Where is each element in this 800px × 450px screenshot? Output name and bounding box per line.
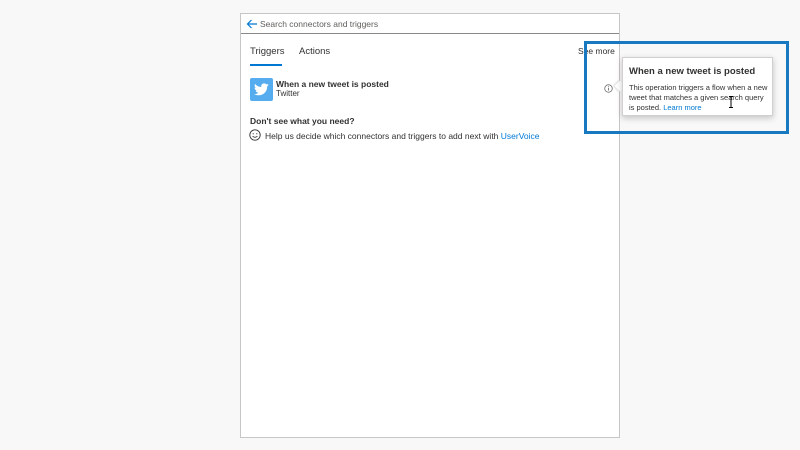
- see-more-link[interactable]: See more: [578, 46, 615, 56]
- trigger-title: When a new tweet is posted: [276, 79, 389, 89]
- tooltip-title: When a new tweet is posted: [629, 66, 756, 77]
- trigger-item-new-tweet[interactable]: When a new tweet is posted Twitter: [250, 78, 610, 102]
- search-bar: [241, 14, 619, 34]
- active-tab-indicator: [250, 64, 282, 66]
- smiley-icon: [249, 129, 261, 141]
- text-cursor-icon: [729, 96, 733, 108]
- search-input[interactable]: [260, 16, 600, 31]
- trigger-connector: Twitter: [276, 89, 300, 98]
- add-trigger-panel: Triggers Actions See more When a new twe…: [240, 13, 620, 438]
- tooltip-body: This operation triggers a flow when a ne…: [629, 83, 769, 113]
- help-text: Help us decide which connectors and trig…: [265, 131, 540, 141]
- back-arrow-icon[interactable]: [246, 18, 258, 30]
- uservoice-link[interactable]: UserVoice: [501, 131, 540, 141]
- learn-more-link[interactable]: Learn more: [663, 103, 701, 112]
- not-found-heading: Don't see what you need?: [250, 116, 355, 126]
- trigger-info-tooltip: When a new tweet is posted This operatio…: [622, 57, 773, 116]
- help-text-body: Help us decide which connectors and trig…: [265, 131, 501, 141]
- twitter-logo-icon: [250, 78, 273, 101]
- info-icon[interactable]: [604, 84, 613, 93]
- tab-actions[interactable]: Actions: [299, 46, 330, 57]
- tab-triggers[interactable]: Triggers: [250, 46, 285, 57]
